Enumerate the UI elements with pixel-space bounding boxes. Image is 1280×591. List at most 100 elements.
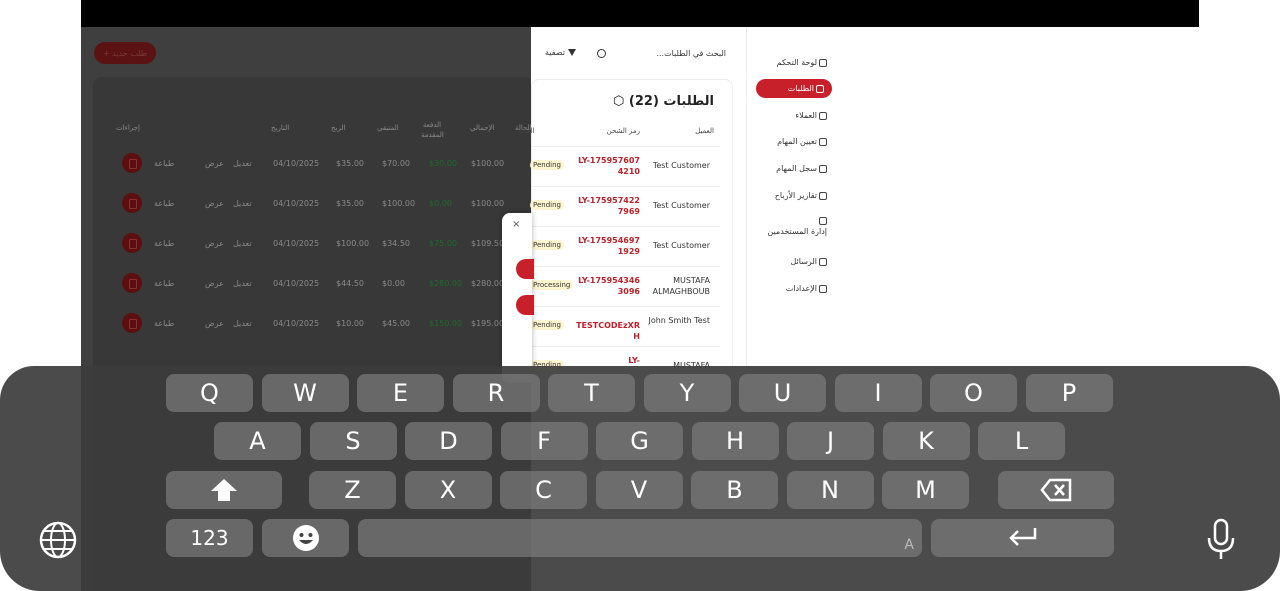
filter-button[interactable]: تصفية	[545, 48, 576, 57]
key-x[interactable]: X	[404, 471, 492, 509]
key-d[interactable]: D	[405, 422, 492, 460]
row-edit-button[interactable]: تعديل	[233, 319, 252, 328]
shipping-code[interactable]: TESTCODEzXRH	[576, 320, 640, 342]
key-o[interactable]: O	[930, 374, 1017, 412]
key-e[interactable]: E	[357, 374, 444, 412]
row-total: $195.00	[471, 319, 505, 328]
row-edit-button[interactable]: تعديل	[233, 279, 252, 288]
close-icon[interactable]: ×	[512, 219, 520, 230]
key-a[interactable]: A	[214, 422, 301, 460]
key-w[interactable]: W	[261, 374, 349, 412]
row-print-button[interactable]: طباعة	[154, 319, 174, 328]
customer-name: Test Customer	[652, 241, 710, 250]
popup-action-button[interactable]	[516, 259, 534, 279]
numbers-key[interactable]: 123	[166, 519, 253, 557]
row-view-button[interactable]: عرض	[205, 319, 224, 328]
shipping-code[interactable]: LY-1759576074210	[576, 155, 640, 177]
users-icon	[819, 111, 827, 120]
key-m[interactable]: M	[882, 471, 969, 509]
row-print-button[interactable]: طباعة	[154, 279, 174, 288]
row-view-button[interactable]: عرض	[205, 279, 224, 288]
space-key[interactable]: A	[358, 519, 922, 557]
row-view-button[interactable]: عرض	[205, 199, 224, 208]
status-badge: Pending	[530, 240, 564, 250]
row-edit-button[interactable]: تعديل	[233, 159, 252, 168]
key-b[interactable]: B	[691, 471, 778, 509]
delete-button[interactable]	[122, 313, 142, 333]
user-admin-icon	[819, 217, 827, 225]
key-n[interactable]: N	[786, 471, 874, 509]
shipping-code[interactable]: LY-1759546971929	[576, 235, 640, 257]
add-order-button[interactable]: + طلب جديد	[94, 42, 156, 64]
sidebar-item-6[interactable]: إدارة المستخدمين	[767, 217, 827, 236]
key-j[interactable]: J	[787, 422, 874, 460]
sidebar-item-2[interactable]: العملاء	[795, 111, 827, 120]
table-row[interactable]: Test Customer LY-1759576074210 Pending	[530, 146, 720, 186]
table-row[interactable]: John Smith Test TESTCODEzXRH Pending	[530, 306, 720, 346]
row-view-button[interactable]: عرض	[205, 239, 224, 248]
row-print-button[interactable]: طباعة	[154, 239, 174, 248]
key-v[interactable]: V	[595, 471, 683, 509]
sidebar-item-3[interactable]: تعيين المهام	[777, 137, 827, 146]
key-y[interactable]: Y	[643, 374, 731, 412]
orders-title: الطلبات (22) ⬡	[613, 94, 714, 109]
delete-button[interactable]	[122, 193, 142, 213]
shift-key[interactable]	[166, 471, 282, 509]
sidebar-item-label: الإعدادات	[785, 284, 817, 293]
delete-button[interactable]	[122, 273, 142, 293]
orders-title-text: الطلبات (22)	[628, 94, 714, 109]
key-p[interactable]: P	[1025, 374, 1113, 412]
row-paid: $75.00	[429, 239, 457, 248]
key-h[interactable]: H	[691, 422, 779, 460]
row-profit: $10.00	[336, 319, 364, 328]
key-l[interactable]: L	[978, 422, 1065, 460]
table-row[interactable]: Test Customer LY-1759546971929 Pending	[530, 226, 720, 266]
search-bar[interactable]: البحث في الطلبات... تصفية	[531, 27, 746, 72]
key-t[interactable]: T	[548, 374, 635, 412]
search-input[interactable]: البحث في الطلبات...	[656, 49, 726, 58]
row-print-button[interactable]: طباعة	[154, 199, 174, 208]
row-view-button[interactable]: عرض	[205, 159, 224, 168]
key-c[interactable]: C	[500, 471, 587, 509]
microphone-icon[interactable]	[1206, 518, 1236, 562]
row-edit-button[interactable]: تعديل	[233, 239, 252, 248]
delete-button[interactable]	[122, 153, 142, 173]
sidebar-item-0[interactable]: لوحة التحكم	[777, 58, 827, 67]
customer-name: MUSTAFA ALMAGHBOUB	[652, 276, 710, 296]
sidebar-item-4[interactable]: سجل المهام	[776, 164, 827, 173]
key-i[interactable]: I	[834, 374, 922, 412]
key-r[interactable]: R	[452, 374, 540, 412]
globe-icon[interactable]	[38, 520, 78, 560]
row-profit: $100.00	[336, 239, 370, 248]
key-k[interactable]: K	[882, 422, 970, 460]
search-icon	[597, 49, 606, 58]
header-shipping-code: رمز الشحن	[606, 127, 640, 135]
row-print-button[interactable]: طباعة	[154, 159, 174, 168]
sidebar-item-label: الطلبات	[787, 84, 814, 93]
table-row[interactable]: Test Customer LY-1759574227969 Pending	[530, 186, 720, 226]
sidebar-item-7[interactable]: الرسائل	[791, 257, 827, 266]
shipping-code[interactable]: LY-1759574227969	[576, 195, 640, 217]
table-row[interactable]: MUSTAFA ALMAGHBOUB LY-1759543463096 Proces…	[530, 266, 720, 306]
shipping-code[interactable]: LY-	[576, 355, 640, 366]
dashboard-icon	[819, 58, 827, 67]
row-edit-button[interactable]: تعديل	[233, 199, 252, 208]
enter-key[interactable]	[931, 519, 1114, 557]
key-q[interactable]: Q	[166, 374, 253, 412]
key-f[interactable]: F	[500, 422, 588, 460]
customer-name: Test Customer	[652, 161, 710, 170]
sidebar-item-8[interactable]: الإعدادات	[786, 284, 827, 293]
shipping-code[interactable]: LY-1759543463096	[576, 275, 640, 297]
popup-action-button-2[interactable]	[516, 295, 534, 315]
key-u[interactable]: U	[739, 374, 826, 412]
row-date: 04/10/2025	[273, 279, 320, 288]
emoji-key[interactable]	[262, 519, 349, 557]
sidebar-item-5[interactable]: تقارير الأرباح	[775, 191, 827, 200]
key-z[interactable]: Z	[309, 471, 396, 509]
backspace-key[interactable]	[998, 471, 1114, 509]
key-s[interactable]: S	[309, 422, 397, 460]
tasks-icon	[819, 137, 827, 146]
delete-button[interactable]	[122, 233, 142, 253]
key-g[interactable]: G	[596, 422, 683, 460]
sidebar-item-1[interactable]: الطلبات	[756, 79, 832, 98]
